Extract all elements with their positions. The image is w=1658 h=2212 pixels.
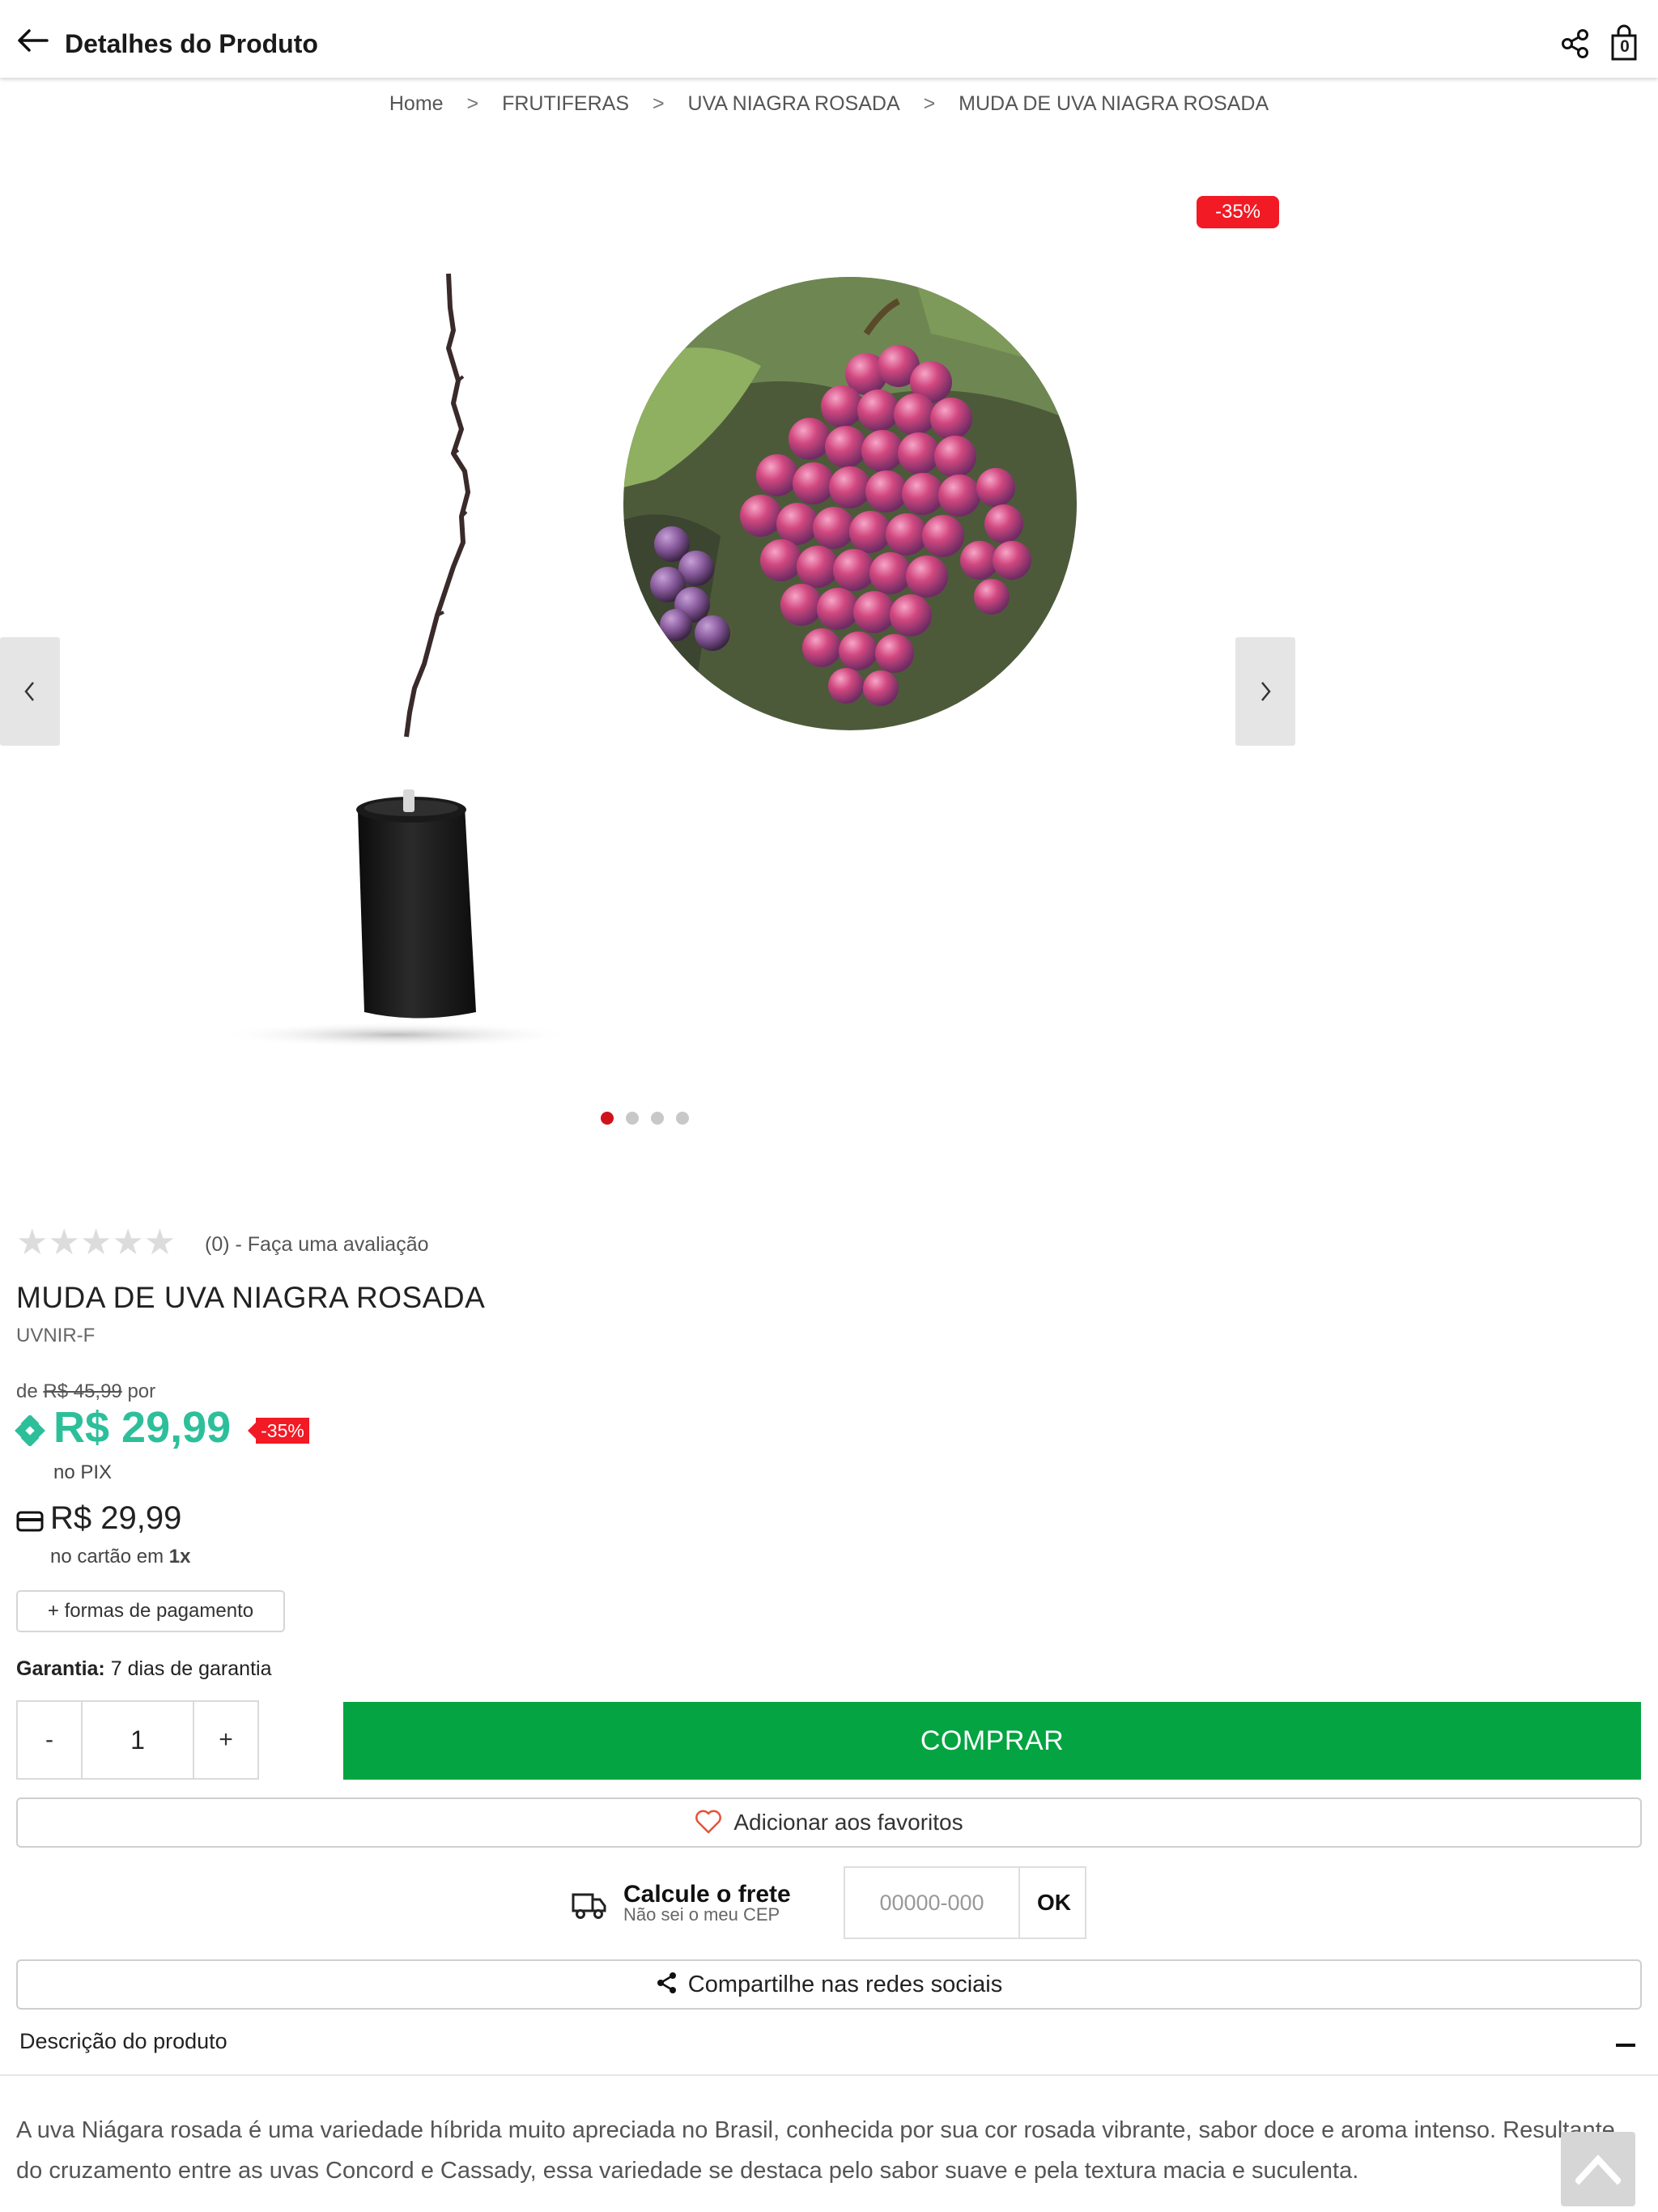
truck-icon <box>572 1893 606 1919</box>
back-arrow-icon[interactable] <box>16 28 49 53</box>
product-sku: UVNIR-F <box>16 1325 96 1346</box>
share-social-label: Compartilhe nas redes sociais <box>687 1972 1003 1997</box>
gallery-dot-4[interactable] <box>676 1112 689 1125</box>
cep-ok-button[interactable]: OK <box>1022 1868 1086 1938</box>
rating-review-link[interactable]: (0) - Faça uma avaliação <box>205 1233 429 1257</box>
breadcrumb-current: MUDA DE UVA NIAGRA ROSADA <box>959 92 1269 115</box>
pix-discount-badge: -35% <box>248 1418 309 1444</box>
divider <box>0 2074 1658 2076</box>
grape-bunch-image <box>623 277 1077 730</box>
next-image-button[interactable] <box>1235 637 1295 746</box>
discount-badge: -35% <box>1197 196 1279 228</box>
gallery-pagination <box>601 1112 701 1125</box>
quantity-decrease-button[interactable]: - <box>18 1702 81 1778</box>
gallery-dot-2[interactable] <box>626 1112 639 1125</box>
top-bar: Detalhes do Produto 0 <box>0 0 1658 78</box>
previous-image-button[interactable] <box>0 637 60 746</box>
quantity-stepper: - 1 + <box>16 1700 259 1780</box>
star-rating-icons: ★★★★★ <box>16 1223 176 1262</box>
description-text: A uva Niágara rosada é uma variedade híb… <box>16 2117 1615 2184</box>
quantity-input[interactable]: 1 <box>81 1702 194 1778</box>
chevron-right-icon <box>1261 682 1271 701</box>
add-to-favorites-button[interactable]: Adicionar aos favoritos <box>16 1797 1642 1848</box>
seedling-image <box>219 273 575 1048</box>
breadcrumb-separator: > <box>466 92 479 115</box>
card-price: R$ 29,99 <box>50 1500 182 1536</box>
breadcrumb-separator: > <box>652 92 665 115</box>
description-header[interactable]: Descrição do produto <box>19 2029 227 2054</box>
cep-input[interactable] <box>845 1868 1020 1938</box>
gallery-dot-3[interactable] <box>651 1112 664 1125</box>
cep-form: OK <box>844 1866 1086 1939</box>
credit-card-icon <box>16 1511 44 1532</box>
share-icon[interactable] <box>1561 28 1590 59</box>
product-name: MUDA DE UVA NIAGRA ROSADA <box>16 1281 486 1314</box>
warranty: Garantia: 7 dias de garantia <box>16 1657 271 1681</box>
card-installments: 1x <box>168 1546 191 1568</box>
page-title: Detalhes do Produto <box>65 29 318 58</box>
cart-count: 0 <box>1620 37 1630 56</box>
pix-label: no PIX <box>53 1461 113 1483</box>
share-icon <box>657 1972 676 1994</box>
warranty-value: 7 dias de garantia <box>110 1657 272 1680</box>
pix-price: R$ 29,99 <box>53 1403 232 1452</box>
old-price-prefix: de <box>16 1380 38 1402</box>
buy-button[interactable]: COMPRAR <box>343 1702 1641 1780</box>
scroll-to-top-button[interactable] <box>1561 2132 1635 2206</box>
collapse-icon[interactable] <box>1616 2044 1635 2047</box>
warranty-label: Garantia: <box>16 1657 105 1680</box>
breadcrumb-category[interactable]: FRUTIFERAS <box>502 92 629 116</box>
breadcrumb-home[interactable]: Home <box>389 92 444 116</box>
heart-icon <box>695 1810 722 1833</box>
old-price-line: de R$ 45,99 por <box>16 1380 155 1403</box>
breadcrumb-subcategory[interactable]: UVA NIAGRA ROSADA <box>688 92 900 116</box>
breadcrumb-separator: > <box>923 92 936 115</box>
gallery-dot-1[interactable] <box>601 1112 614 1125</box>
card-installment-label: no cartão em 1x <box>50 1546 190 1568</box>
pix-icon <box>15 1415 45 1446</box>
find-cep-link[interactable]: Não sei o meu CEP <box>623 1904 780 1925</box>
favorites-label: Adicionar aos favoritos <box>733 1810 963 1835</box>
card-label-text: no cartão em <box>50 1546 164 1568</box>
payment-methods-button[interactable]: + formas de pagamento <box>16 1590 285 1632</box>
old-price-suffix: por <box>127 1380 156 1402</box>
quantity-increase-button[interactable]: + <box>194 1702 257 1778</box>
share-social-button[interactable]: Compartilhe nas redes sociais <box>16 1959 1642 2010</box>
breadcrumb: Home > FRUTIFERAS > UVA NIAGRA ROSADA > … <box>0 92 1658 116</box>
old-price: R$ 45,99 <box>43 1380 122 1402</box>
chevron-left-icon <box>24 682 34 701</box>
chevron-up-icon <box>1575 2155 1621 2185</box>
